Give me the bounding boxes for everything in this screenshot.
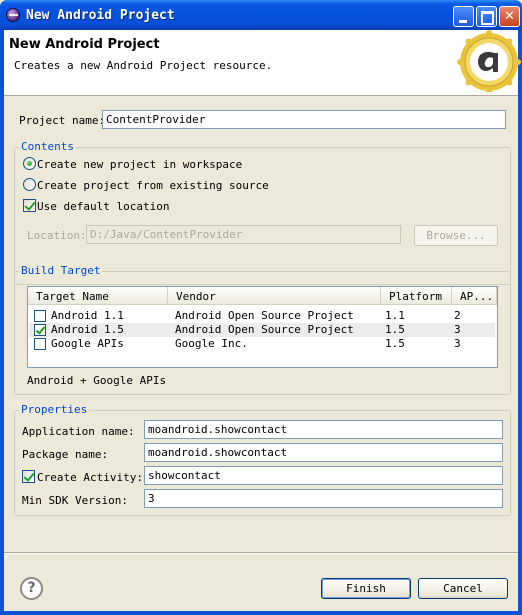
banner-description: Creates a new Android Project resource. bbox=[14, 59, 273, 72]
row-platform: 1.5 bbox=[385, 323, 405, 336]
android-wizard-icon bbox=[457, 30, 521, 92]
create-activity-label[interactable]: Create Activity: bbox=[37, 471, 143, 484]
table-row[interactable]: Google APIs Google Inc. 1.5 3 bbox=[29, 337, 495, 351]
package-name-field[interactable]: moandroid.showcontact bbox=[144, 443, 503, 462]
close-button[interactable]: ✕ bbox=[499, 6, 520, 27]
target-description: Android + Google APIs bbox=[27, 374, 167, 387]
project-name-field[interactable]: ContentProvider bbox=[102, 110, 506, 129]
use-default-location-checkbox[interactable] bbox=[23, 199, 36, 212]
header-api[interactable]: AP... bbox=[452, 287, 497, 305]
package-name-label: Package name: bbox=[22, 448, 109, 461]
window-title: New Android Project bbox=[26, 8, 175, 23]
row-api: 3 bbox=[454, 323, 461, 336]
use-default-location-label[interactable]: Use default location bbox=[37, 200, 169, 213]
location-label: Location: bbox=[27, 229, 87, 242]
header-vendor[interactable]: Vendor bbox=[168, 287, 381, 305]
row-api: 3 bbox=[454, 337, 461, 350]
eclipse-icon bbox=[6, 8, 20, 22]
create-new-radio[interactable] bbox=[23, 157, 36, 170]
header-platform[interactable]: Platform bbox=[381, 287, 452, 305]
create-existing-label[interactable]: Create project from existing source bbox=[37, 179, 269, 192]
header-target-name[interactable]: Target Name bbox=[28, 287, 168, 305]
row-vendor: Android Open Source Project bbox=[175, 309, 354, 322]
banner-title: New Android Project bbox=[9, 37, 160, 52]
row-checkbox[interactable] bbox=[34, 310, 46, 322]
create-existing-radio[interactable] bbox=[23, 178, 36, 191]
min-sdk-label: Min SDK Version: bbox=[22, 494, 128, 507]
row-checkbox[interactable] bbox=[34, 324, 46, 336]
title-bar[interactable]: New Android Project ✕ bbox=[0, 0, 522, 30]
create-new-label[interactable]: Create new project in workspace bbox=[37, 158, 242, 171]
activity-name-field[interactable]: showcontact bbox=[144, 466, 503, 485]
contents-title: Contents bbox=[19, 140, 76, 153]
row-vendor: Android Open Source Project bbox=[175, 323, 354, 336]
project-name-label: Project name: bbox=[19, 114, 106, 127]
row-vendor: Google Inc. bbox=[175, 337, 248, 350]
minimize-button[interactable] bbox=[453, 6, 474, 27]
row-api: 2 bbox=[454, 309, 461, 322]
footer-divider bbox=[4, 552, 518, 554]
maximize-button[interactable] bbox=[476, 6, 497, 27]
create-activity-checkbox[interactable] bbox=[22, 470, 35, 483]
row-platform: 1.1 bbox=[385, 309, 405, 322]
min-sdk-field[interactable]: 3 bbox=[144, 489, 503, 508]
location-field[interactable]: D:/Java/ContentProvider bbox=[86, 225, 401, 244]
table-row[interactable]: Android 1.5 Android Open Source Project … bbox=[29, 323, 495, 337]
row-target-name: Android 1.5 bbox=[51, 323, 124, 336]
properties-title: Properties bbox=[19, 403, 90, 416]
dialog-body: New Android Project Creates a new Androi… bbox=[4, 30, 521, 611]
browse-button[interactable]: Browse... bbox=[414, 225, 498, 246]
application-name-label: Application name: bbox=[22, 425, 135, 438]
row-platform: 1.5 bbox=[385, 337, 405, 350]
table-row[interactable]: Android 1.1 Android Open Source Project … bbox=[29, 309, 495, 323]
application-name-field[interactable]: moandroid.showcontact bbox=[144, 420, 503, 439]
wizard-banner: New Android Project Creates a new Androi… bbox=[4, 30, 521, 96]
cancel-button[interactable]: Cancel bbox=[418, 578, 508, 599]
dialog-window: New Android Project ✕ New Android Projec… bbox=[0, 0, 522, 615]
target-table[interactable]: Target Name Vendor Platform AP... Androi… bbox=[27, 286, 498, 368]
finish-button[interactable]: Finish bbox=[321, 578, 411, 599]
build-target-title: Build Target bbox=[19, 264, 103, 277]
help-icon[interactable]: ? bbox=[20, 577, 43, 600]
row-target-name: Android 1.1 bbox=[51, 309, 124, 322]
row-target-name: Google APIs bbox=[51, 337, 124, 350]
row-checkbox[interactable] bbox=[34, 338, 46, 350]
